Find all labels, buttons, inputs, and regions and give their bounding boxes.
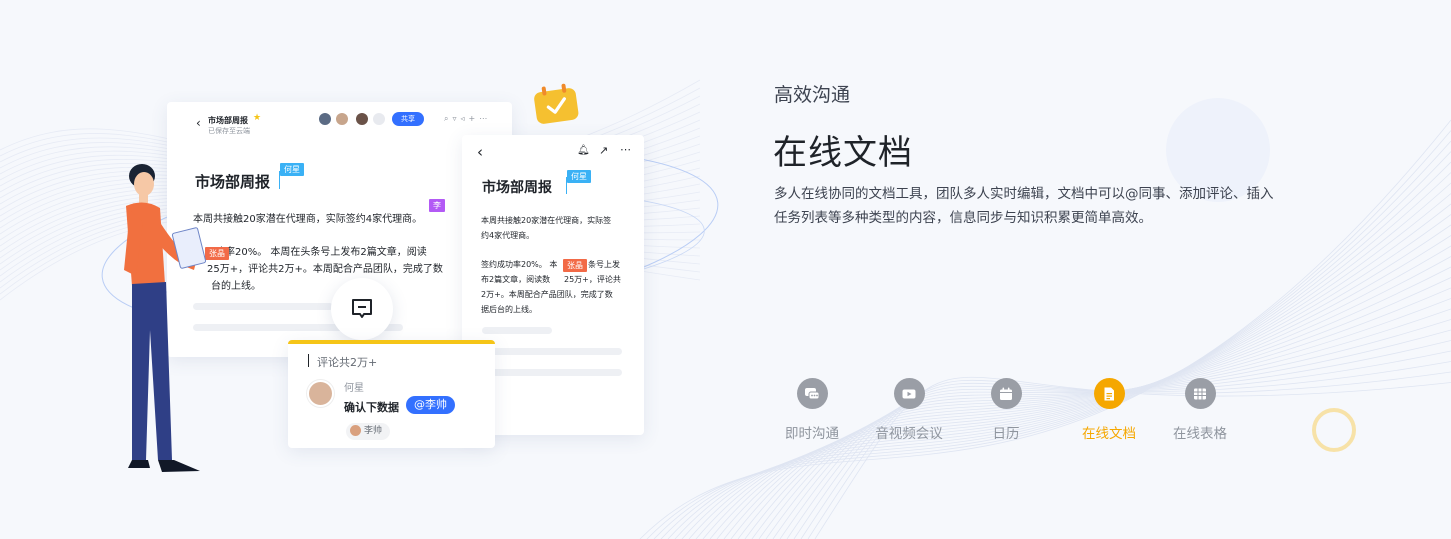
tab-online-spreadsheet[interactable]: 在线表格: [1154, 378, 1246, 444]
toolbar-icons[interactable]: ⌕▿◃+⋯: [444, 114, 491, 124]
star-icon: ★: [253, 113, 262, 123]
tab-label: 日历: [992, 426, 1020, 442]
collaborator-tag-li: 李: [429, 199, 445, 212]
back-arrow-icon[interactable]: ‹: [477, 143, 483, 161]
phone-doc-heading: 市场部周报: [482, 180, 552, 196]
collaborator-tag-he: 何星: [280, 163, 304, 176]
placeholder-bar: [482, 369, 622, 376]
calendar-check-icon: [534, 83, 579, 124]
video-icon: [893, 378, 925, 409]
comment-card: 评论共2万+ 何星 确认下数据 @李帅 李帅: [288, 340, 495, 448]
mention-tag[interactable]: @李帅: [406, 396, 455, 414]
tab-calendar[interactable]: 日历: [960, 378, 1052, 444]
placeholder-bar: [482, 327, 552, 334]
tab-label: 在线文档: [1082, 426, 1136, 442]
doc-header-title: 市场部周报: [208, 116, 248, 125]
share-icon[interactable]: ↗: [599, 144, 608, 157]
tab-online-document[interactable]: 在线文档: [1063, 378, 1155, 444]
tab-label: 在线表格: [1173, 426, 1227, 442]
comment-input-text[interactable]: 评论共2万+: [317, 354, 377, 370]
phone-line: 约4家代理商。: [481, 231, 535, 240]
doc-line-1: 本周共接触20家潜在代理商，实际签约4家代理商。: [193, 214, 423, 225]
comment-message: 确认下数据: [344, 401, 399, 414]
phone-line: 布2篇文章，阅读数: [481, 275, 551, 284]
placeholder-bar: [482, 348, 622, 355]
phone-line: 据后台的上线。: [481, 305, 537, 314]
tab-label: 音视频会议: [875, 426, 943, 442]
doc-line-2b: 25万+，评论共2万+。本周配合产品团队，完成了数: [207, 264, 443, 275]
decorative-ring: [1312, 408, 1356, 452]
comment-icon: [352, 299, 372, 318]
table-icon: [1184, 378, 1216, 409]
phone-line: 2万+。本周配合产品团队，完成了数: [481, 290, 613, 299]
collaborator-tag-he: 何星: [567, 170, 591, 183]
phone-line: 条号上发: [588, 260, 620, 269]
text-cursor: [566, 177, 567, 194]
comment-author: 何星: [344, 383, 364, 394]
section-description: 多人在线协同的文档工具，团队多人实时编辑，文档中可以@同事、添加评论、插入任务列…: [774, 186, 1274, 226]
avatar: [356, 113, 368, 125]
collaborator-tag-zhang: 张晶: [563, 259, 587, 272]
doc-save-status: 已保存至云端: [208, 127, 250, 135]
section-title: 在线文档: [773, 133, 913, 173]
text-cursor: [279, 171, 280, 189]
tab-video-meeting[interactable]: 音视频会议: [863, 378, 955, 444]
product-illustration: ‹ 市场部周报 ★ 已保存至云端 共享 ⌕▿◃+⋯ 市场部周报 何星 本周共接触…: [0, 0, 720, 539]
section-subtitle: 高效沟通: [774, 84, 851, 106]
avatar-more: [373, 113, 385, 125]
more-icon[interactable]: ⋯: [620, 143, 631, 156]
tab-label: 即时沟通: [785, 426, 839, 442]
tab-instant-messaging[interactable]: 即时沟通: [766, 378, 858, 444]
avatar: [319, 113, 331, 125]
phone-line: 签约成功率20%。 本: [481, 260, 558, 269]
comment-bubble: [331, 278, 393, 340]
document-icon: [1093, 378, 1125, 409]
input-cursor: [308, 354, 309, 367]
phone-line: 25万+，评论共: [564, 275, 621, 284]
avatar: [350, 425, 361, 436]
chat-icon: [796, 378, 828, 409]
bell-icon[interactable]: 🔔︎: [577, 145, 590, 156]
share-button[interactable]: 共享: [392, 112, 424, 126]
calendar-icon: [990, 378, 1022, 409]
person-illustration: [124, 164, 207, 472]
doc-line-2a: 功率20%。 本周在头条号上发布2篇文章，阅读: [215, 247, 427, 258]
avatar: [336, 113, 348, 125]
back-arrow-icon: ‹: [196, 116, 201, 130]
avatar: [307, 380, 334, 407]
phone-line: 本周共接触20家潜在代理商，实际签: [481, 216, 612, 225]
